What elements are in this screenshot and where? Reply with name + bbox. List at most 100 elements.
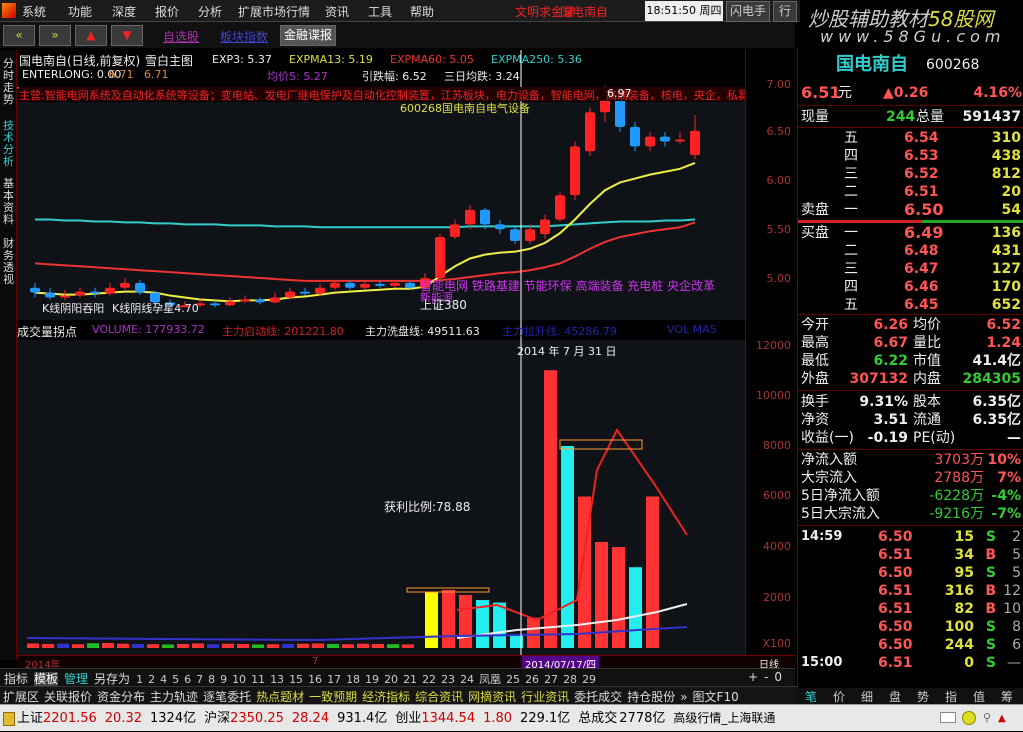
kline-chart[interactable]: 国电南自(日线,前复权) 雪白主图 EXP3: 5.37 EXPMA13: 5.… bbox=[17, 50, 745, 320]
main-chart-name[interactable]: 雪白主图 bbox=[145, 52, 193, 69]
indicator-tab[interactable]: 指标 bbox=[4, 672, 28, 686]
watchlist-link[interactable]: 自选股 bbox=[163, 28, 199, 45]
price-tick: 7.00 bbox=[766, 78, 792, 91]
indicator-tab[interactable]: 另存为 bbox=[94, 672, 130, 686]
indicator-tab[interactable]: 13 bbox=[270, 673, 284, 686]
indicator-tab[interactable]: 5 bbox=[172, 673, 179, 686]
tab-technical[interactable]: 技术分析 bbox=[1, 120, 16, 168]
indicator-tab[interactable]: 模板 bbox=[34, 672, 59, 686]
indicator-tab[interactable]: 27 bbox=[544, 673, 558, 686]
back-button[interactable]: « bbox=[3, 25, 35, 46]
mail-icon[interactable] bbox=[940, 712, 956, 723]
menu-item[interactable]: 分析 bbox=[198, 3, 222, 20]
function-tab[interactable]: 经济指标 bbox=[362, 690, 410, 704]
quote-tab[interactable]: 值 bbox=[965, 688, 993, 705]
indicator-tab[interactable]: 20 bbox=[384, 673, 398, 686]
function-tab[interactable]: 图文F10 bbox=[693, 690, 739, 704]
indicator-tab[interactable]: 26 bbox=[525, 673, 539, 686]
quote-tab[interactable]: 势 bbox=[909, 688, 937, 705]
updown-icon[interactable]: ▲ bbox=[998, 705, 1006, 732]
quote-tab[interactable]: 笔 bbox=[797, 688, 825, 705]
indicator-tab[interactable]: 7 bbox=[196, 673, 203, 686]
indicator-tab[interactable]: 8 bbox=[208, 673, 215, 686]
indicator-tab[interactable]: 24 bbox=[460, 673, 474, 686]
volume-bar bbox=[646, 496, 659, 648]
watermark: 炒股辅助教材58股网 www.58Gu.com bbox=[800, 0, 1023, 48]
function-tab[interactable]: 持仓股份 bbox=[627, 690, 675, 704]
prev-stock-button[interactable]: ▲ bbox=[75, 25, 107, 46]
stat-label: 股本 bbox=[913, 394, 941, 410]
zoom-reset-button[interactable]: 0 bbox=[774, 670, 782, 684]
zoom-out-button[interactable]: - bbox=[764, 670, 768, 684]
function-tab[interactable]: 热点题材 bbox=[256, 690, 304, 704]
tab-financials[interactable]: 财务透视 bbox=[1, 238, 16, 286]
indicator-tab[interactable]: 10 bbox=[232, 673, 246, 686]
menu-red-2[interactable]: 国电南自 bbox=[560, 3, 608, 20]
lightning-trade-button[interactable]: 闪电手 bbox=[726, 1, 770, 22]
function-tab[interactable]: 委托成交 bbox=[574, 690, 622, 704]
indicator-tab[interactable]: 18 bbox=[346, 673, 360, 686]
quote-tab[interactable]: 价 bbox=[825, 688, 853, 705]
indicator-tab[interactable]: 15 bbox=[289, 673, 303, 686]
indicator-tab[interactable]: 凤凰 bbox=[479, 673, 501, 686]
indicator-tab[interactable]: 9 bbox=[220, 673, 227, 686]
bid-level: 二 bbox=[844, 243, 858, 259]
quote-tab[interactable]: 筹 bbox=[993, 688, 1021, 705]
indicator-tab[interactable]: 28 bbox=[563, 673, 577, 686]
indicator-tab[interactable]: 2 bbox=[148, 673, 155, 686]
indicator-tab[interactable]: 11 bbox=[251, 673, 265, 686]
indicator-tab[interactable]: 4 bbox=[160, 673, 167, 686]
indicator-tab[interactable]: 25 bbox=[506, 673, 520, 686]
function-tab[interactable]: 关联报价 bbox=[44, 690, 92, 704]
tab-intraday[interactable]: 分时走势 bbox=[1, 58, 16, 106]
sector-index-link[interactable]: 板块指数 bbox=[220, 28, 268, 45]
function-tab[interactable]: » bbox=[680, 690, 687, 704]
menu-item[interactable]: 功能 bbox=[68, 3, 92, 20]
quote-button[interactable]: 行情 bbox=[773, 1, 797, 22]
quote-tab[interactable]: 盘 bbox=[881, 688, 909, 705]
sh-label[interactable]: 上证 bbox=[17, 711, 43, 726]
quote-tab[interactable]: 细 bbox=[853, 688, 881, 705]
function-tab[interactable]: 网摘资讯 bbox=[468, 690, 516, 704]
flow-amount: -6228万 bbox=[929, 488, 984, 504]
indicator-tab[interactable]: 23 bbox=[441, 673, 455, 686]
indicator-tab[interactable]: 19 bbox=[365, 673, 379, 686]
menu-item[interactable]: 资讯 bbox=[325, 3, 349, 20]
signal-icon[interactable]: ⚲ bbox=[983, 704, 991, 731]
menu-item[interactable]: 报价 bbox=[155, 3, 179, 20]
function-tab[interactable]: 逐笔委托 bbox=[203, 690, 251, 704]
function-tab[interactable]: 一致预期 bbox=[309, 690, 357, 704]
hs-label[interactable]: 沪深 bbox=[204, 711, 230, 726]
function-tab[interactable]: 主力轨迹 bbox=[150, 690, 198, 704]
menu-item[interactable]: 帮助 bbox=[410, 3, 434, 20]
cy-label[interactable]: 创业 bbox=[395, 711, 421, 726]
indicator-tab[interactable]: 1 bbox=[136, 673, 143, 686]
exp3: EXP3: 5.37 bbox=[212, 53, 272, 66]
company-news-ticker[interactable]: 主营:智能电网系统及自动化系统等设备；变电站、发电厂继电保护及自动化控制装置，江… bbox=[19, 87, 745, 101]
indicator-tab[interactable]: 6 bbox=[184, 673, 191, 686]
zoom-in-button[interactable]: + bbox=[748, 670, 758, 684]
tab-fundamentals[interactable]: 基本资料 bbox=[1, 178, 16, 226]
volume-chart[interactable]: 成交量拐点 VOLUME: 177933.72 主力启动线: 201221.80… bbox=[17, 320, 745, 655]
function-tab[interactable]: 资金分布 bbox=[97, 690, 145, 704]
quote-tab[interactable]: 指 bbox=[937, 688, 965, 705]
indicator-tab[interactable]: 17 bbox=[327, 673, 341, 686]
indicator-tab[interactable]: 管理 bbox=[64, 672, 88, 686]
stock-name: 国电南自 bbox=[836, 54, 908, 75]
function-tab[interactable]: 扩展区 bbox=[3, 690, 39, 704]
forward-button[interactable]: » bbox=[39, 25, 71, 46]
indicator-tab[interactable]: 21 bbox=[403, 673, 417, 686]
tick-volume: 0 bbox=[964, 655, 974, 671]
menu-item[interactable]: 扩展市场行情 bbox=[238, 3, 310, 20]
finance-report-button[interactable]: 金融谍报 bbox=[280, 25, 336, 46]
menu-item[interactable]: 工具 bbox=[368, 3, 392, 20]
indicator-tab[interactable]: 22 bbox=[422, 673, 436, 686]
indicator-tab[interactable]: 29 bbox=[582, 673, 596, 686]
menu-item[interactable]: 深度 bbox=[112, 3, 136, 20]
indicator-tab[interactable]: 16 bbox=[308, 673, 322, 686]
coin-icon[interactable] bbox=[962, 711, 976, 725]
function-tab[interactable]: 行业资讯 bbox=[521, 690, 569, 704]
menu-item[interactable]: 系统 bbox=[22, 3, 46, 20]
function-tab[interactable]: 综合资讯 bbox=[415, 690, 463, 704]
next-stock-button[interactable]: ▼ bbox=[111, 25, 143, 46]
